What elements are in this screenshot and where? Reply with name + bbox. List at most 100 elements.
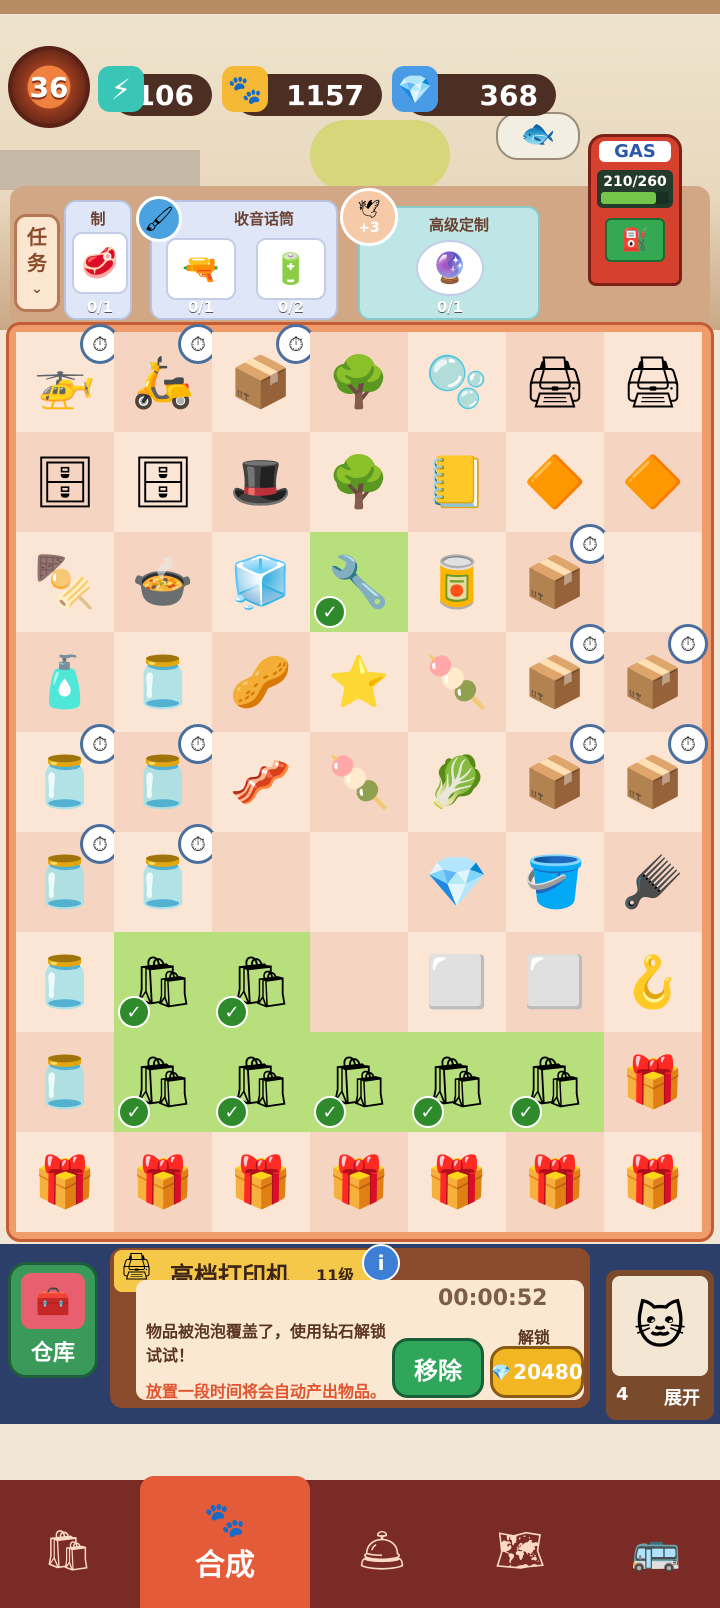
board-item-icon[interactable]: 🥬 xyxy=(426,753,488,812)
board-cell[interactable]: 🛍 ✓ xyxy=(506,1032,604,1132)
board-cell[interactable]: 🖨 xyxy=(604,332,702,432)
board-item-icon[interactable]: 🎁 xyxy=(622,1053,684,1112)
board-item-icon[interactable]: 🪣 xyxy=(524,853,586,912)
board-item-icon[interactable]: 🫧 xyxy=(426,353,488,412)
board-cell[interactable]: 🛍 ✓ xyxy=(408,1032,506,1132)
board-item-icon[interactable]: 🖨 xyxy=(523,353,586,412)
player-level-badge[interactable]: 36 xyxy=(8,46,90,128)
board-item-icon[interactable]: 🫙 xyxy=(132,753,194,812)
gas-pump[interactable]: GAS 210/260 ⛽ xyxy=(588,134,682,286)
board-item-icon[interactable]: 🎁 xyxy=(524,1153,586,1212)
info-icon[interactable]: i xyxy=(362,1244,400,1282)
board-item-icon[interactable]: 🧴 xyxy=(34,653,96,712)
board-cell[interactable]: 🪮 xyxy=(604,832,702,932)
board-item-icon[interactable]: 🗄 xyxy=(131,453,194,512)
remove-button[interactable]: 移除 xyxy=(392,1338,484,1398)
board-item-icon[interactable]: 🎁 xyxy=(622,1153,684,1212)
board-cell[interactable]: 🎁 xyxy=(212,1132,310,1232)
board-item-icon[interactable]: 🍢 xyxy=(34,553,96,612)
board-cell[interactable]: 📦 ⏱ xyxy=(604,624,708,732)
board-cell[interactable]: 🚁 ⏱ xyxy=(16,324,120,432)
service-bell-icon[interactable]: 🛎 xyxy=(322,1500,442,1600)
board-item-icon[interactable]: 🫙 xyxy=(34,953,96,1012)
board-item-icon[interactable]: 🗄 xyxy=(33,453,96,512)
board-cell[interactable]: 🎁 xyxy=(310,1132,408,1232)
board-item-icon[interactable]: 📦 xyxy=(230,353,292,412)
board-item-icon[interactable]: 🖨 xyxy=(621,353,684,412)
board-cell[interactable]: 🛍 ✓ xyxy=(114,932,212,1032)
board-cell[interactable]: 🗄 xyxy=(114,432,212,532)
board-item-icon[interactable]: 🫙 xyxy=(34,853,96,912)
board-item-icon[interactable]: 🧊 xyxy=(230,553,292,612)
board-cell[interactable]: 🔶 xyxy=(506,432,604,532)
map-icon[interactable]: 🗺 xyxy=(460,1500,580,1600)
board-cell[interactable]: 🎁 xyxy=(604,1132,702,1232)
board-cell[interactable]: 🫙 ⏱ xyxy=(16,724,120,832)
board-item-icon[interactable]: 🎁 xyxy=(132,1153,194,1212)
board-item-icon[interactable]: 🚁 xyxy=(34,353,96,412)
board-cell[interactable]: 📦 ⏱ xyxy=(212,324,316,432)
board-item-icon[interactable]: 📦 xyxy=(622,753,684,812)
board-cell[interactable] xyxy=(212,832,310,932)
board-item-icon[interactable]: 📒 xyxy=(426,453,488,512)
expand-label[interactable]: 展开 xyxy=(664,1384,700,1410)
board-cell[interactable]: 🍡 xyxy=(310,732,408,832)
board-cell[interactable]: 🌳 xyxy=(310,332,408,432)
board-item-icon[interactable]: 🎁 xyxy=(426,1153,488,1212)
board-item-icon[interactable]: 🥜 xyxy=(230,653,292,712)
board-item-icon[interactable]: 📦 xyxy=(524,753,586,812)
board-cell[interactable]: ⬜ xyxy=(506,932,604,1032)
board-cell[interactable]: 📦 ⏱ xyxy=(506,624,610,732)
board-cell[interactable]: 🍡 xyxy=(408,632,506,732)
board-cell[interactable]: 🥜 xyxy=(212,632,310,732)
board-item-icon[interactable]: 🌳 xyxy=(328,353,390,412)
board-cell[interactable]: 🍲 xyxy=(114,532,212,632)
board-cell[interactable]: 🖨 xyxy=(506,332,604,432)
board-cell[interactable]: 🥬 xyxy=(408,732,506,832)
board-item-icon[interactable]: 🎩 xyxy=(230,453,292,512)
board-item-icon[interactable]: ⭐ xyxy=(328,653,390,712)
shop-bag-icon[interactable]: 🛍 xyxy=(8,1500,128,1600)
unlock-button[interactable]: 💎 20480 xyxy=(490,1346,584,1398)
board-cell[interactable]: 🛍 ✓ xyxy=(212,932,310,1032)
board-cell[interactable]: 🎁 xyxy=(16,1132,114,1232)
bus-icon[interactable]: 🚌 xyxy=(596,1500,716,1600)
board-cell[interactable]: 🫙 xyxy=(114,632,212,732)
board-item-icon[interactable]: 🛵 xyxy=(132,353,194,412)
board-cell[interactable]: 🥫 xyxy=(408,532,506,632)
board-cell[interactable]: 🪝 xyxy=(604,932,702,1032)
board-item-icon[interactable]: 🎁 xyxy=(230,1153,292,1212)
board-cell[interactable]: 🫙 ⏱ xyxy=(114,724,218,832)
board-cell[interactable]: 🎩 xyxy=(212,432,310,532)
board-item-icon[interactable]: ⬜ xyxy=(426,953,488,1012)
board-item-icon[interactable]: 🎁 xyxy=(34,1153,96,1212)
board-item-icon[interactable]: 🎁 xyxy=(328,1153,390,1212)
board-cell[interactable]: 📒 xyxy=(408,432,506,532)
board-cell[interactable]: ⭐ xyxy=(310,632,408,732)
board-cell[interactable]: 🛍 ✓ xyxy=(310,1032,408,1132)
board-cell[interactable]: 🌳 xyxy=(310,432,408,532)
board-item-icon[interactable]: 📦 xyxy=(524,553,586,612)
board-item-icon[interactable]: 🍲 xyxy=(132,553,194,612)
board-item-icon[interactable]: 🔶 xyxy=(622,453,684,512)
board-cell[interactable]: 🫙 xyxy=(16,1032,114,1132)
board-cell[interactable]: 🧊 xyxy=(212,532,310,632)
board-item-icon[interactable]: 🫙 xyxy=(132,653,194,712)
board-item-icon[interactable]: 🥓 xyxy=(230,753,292,812)
board-cell[interactable]: 🎁 xyxy=(506,1132,604,1232)
board-item-icon[interactable]: ⬜ xyxy=(524,953,586,1012)
board-item-icon[interactable]: 🍡 xyxy=(426,653,488,712)
board-item-icon[interactable]: 📦 xyxy=(524,653,586,712)
board-item-icon[interactable]: 🫙 xyxy=(34,1053,96,1112)
board-item-icon[interactable]: 🥫 xyxy=(426,553,488,612)
board-item-icon[interactable]: 🫙 xyxy=(132,853,194,912)
board-cell[interactable]: 💎 xyxy=(408,832,506,932)
board-cell[interactable] xyxy=(310,932,408,1032)
board-item-icon[interactable]: 🪝 xyxy=(622,953,684,1012)
board-cell[interactable]: 📦 ⏱ xyxy=(506,724,610,832)
board-cell[interactable]: 🎁 xyxy=(604,1032,702,1132)
board-cell[interactable]: 🔧 ✓ xyxy=(310,532,408,632)
board-cell[interactable]: 🫙 ⏱ xyxy=(114,824,218,932)
board-item-icon[interactable]: 🪮 xyxy=(622,853,684,912)
board-cell[interactable]: 🎁 xyxy=(408,1132,506,1232)
